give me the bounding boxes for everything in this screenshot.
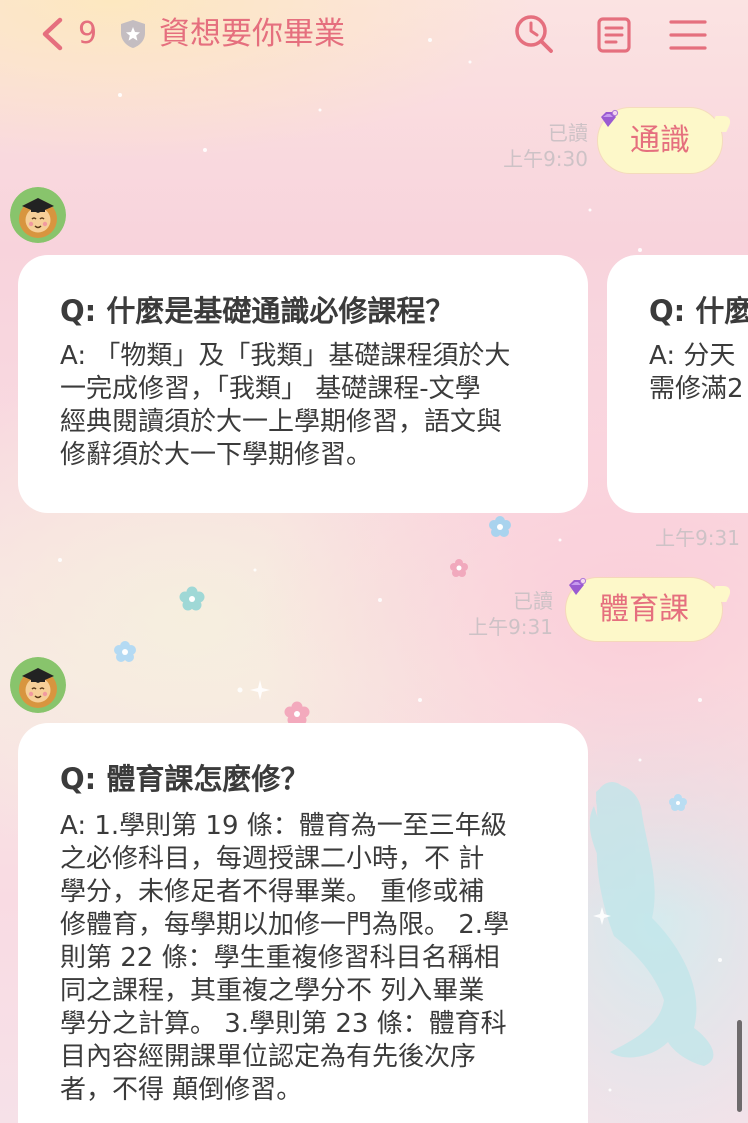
answer-line: 修辭須於大一下學期修習。 xyxy=(60,440,373,470)
read-receipt: 已讀 xyxy=(513,589,553,613)
read-receipt: 已讀 xyxy=(548,121,588,145)
answer-line: A: 1.學則第 19 條：體育為一至三年級 xyxy=(60,811,507,841)
answer-line: 修體育，每學期以加修一門為限。 2.學 xyxy=(60,910,510,940)
gem-sticker-icon xyxy=(569,577,587,595)
bot-avatar[interactable] xyxy=(10,657,66,713)
card-answer: A: 「物類」及「我類」基礎課程須於大 一完成修習，「我類」 基礎課程-文學 經… xyxy=(60,340,510,472)
scrollbar[interactable] xyxy=(737,1020,742,1112)
menu-icon[interactable] xyxy=(669,19,707,51)
card-answer: A: 分天 需修滿2 xyxy=(649,340,744,406)
message-time: 上午9:31 xyxy=(655,526,740,550)
answer-line: A: 「物類」及「我類」基礎課程須於大 xyxy=(60,341,511,371)
answer-line: 學分，未修足者不得畢業。 重修或補 xyxy=(60,877,485,907)
answer-carousel[interactable]: Q: 什麼是基礎通識必修課程？ A: 「物類」及「我類」基礎課程須於大 一完成修… xyxy=(0,255,748,513)
mascot-avatar xyxy=(10,657,66,713)
answer-card[interactable]: Q: 什麼是基礎通識必修課程？ A: 「物類」及「我類」基礎課程須於大 一完成修… xyxy=(18,255,588,513)
chat-header: 9 資想要你畢業 xyxy=(0,0,748,70)
bot-avatar[interactable] xyxy=(10,187,66,243)
answer-card[interactable]: Q: 什麼 A: 分天 需修滿2 xyxy=(607,255,748,513)
card-question: Q: 什麼是基礎通識必修課程？ xyxy=(60,294,455,328)
chat-title: 資想要你畢業 xyxy=(159,16,345,52)
message-time: 上午9:31 xyxy=(468,615,553,639)
message-text: 通識 xyxy=(630,123,690,158)
answer-card[interactable]: Q: 體育課怎麼修？ A: 1.學則第 19 條：體育為一至三年級 之必修科目，… xyxy=(18,723,588,1123)
shield-star-icon xyxy=(121,20,145,48)
answer-line: A: 分天 xyxy=(649,341,736,371)
answer-carousel[interactable]: Q: 體育課怎麼修？ A: 1.學則第 19 條：體育為一至三年級 之必修科目，… xyxy=(0,723,748,1123)
answer-line: 需修滿2 xyxy=(649,374,744,404)
message-text: 體育課 xyxy=(599,592,689,627)
answer-line: 經典閱讀須於大一上學期修習，語文與 xyxy=(60,407,503,437)
user-message-bubble[interactable]: 體育課 xyxy=(566,578,722,641)
unread-count: 9 xyxy=(78,16,98,51)
notes-icon[interactable] xyxy=(596,16,632,54)
answer-line: 一完成修習，「我類」 基礎課程-文學 xyxy=(60,374,481,404)
chevron-left-icon xyxy=(42,17,63,51)
answer-line: 則第 22 條：學生重複修習科目名稱相 xyxy=(60,943,500,973)
gem-sticker-icon xyxy=(601,109,619,127)
card-answer: A: 1.學則第 19 條：體育為一至三年級 之必修科目，每週授課二小時，不 計… xyxy=(60,810,509,1107)
card-question: Q: 體育課怎麼修？ xyxy=(60,762,310,796)
answer-line: 同之課程，其重複之學分不 列入畢業 xyxy=(60,976,485,1006)
answer-line: 學分之計算。 3.學則第 23 條：體育科 xyxy=(60,1009,507,1039)
answer-line: 者，不得 顛倒修習。 xyxy=(60,1075,303,1105)
search-clock-icon[interactable] xyxy=(513,13,555,53)
answer-line: 之必修科目，每週授課二小時，不 計 xyxy=(60,844,485,874)
message-time: 上午9:30 xyxy=(503,147,588,171)
back-button[interactable]: 9 xyxy=(36,14,106,54)
mascot-avatar xyxy=(10,187,66,243)
card-question: Q: 什麼 xyxy=(649,294,748,328)
answer-line: 目內容經開課單位認定為有先後次序 xyxy=(60,1042,477,1072)
